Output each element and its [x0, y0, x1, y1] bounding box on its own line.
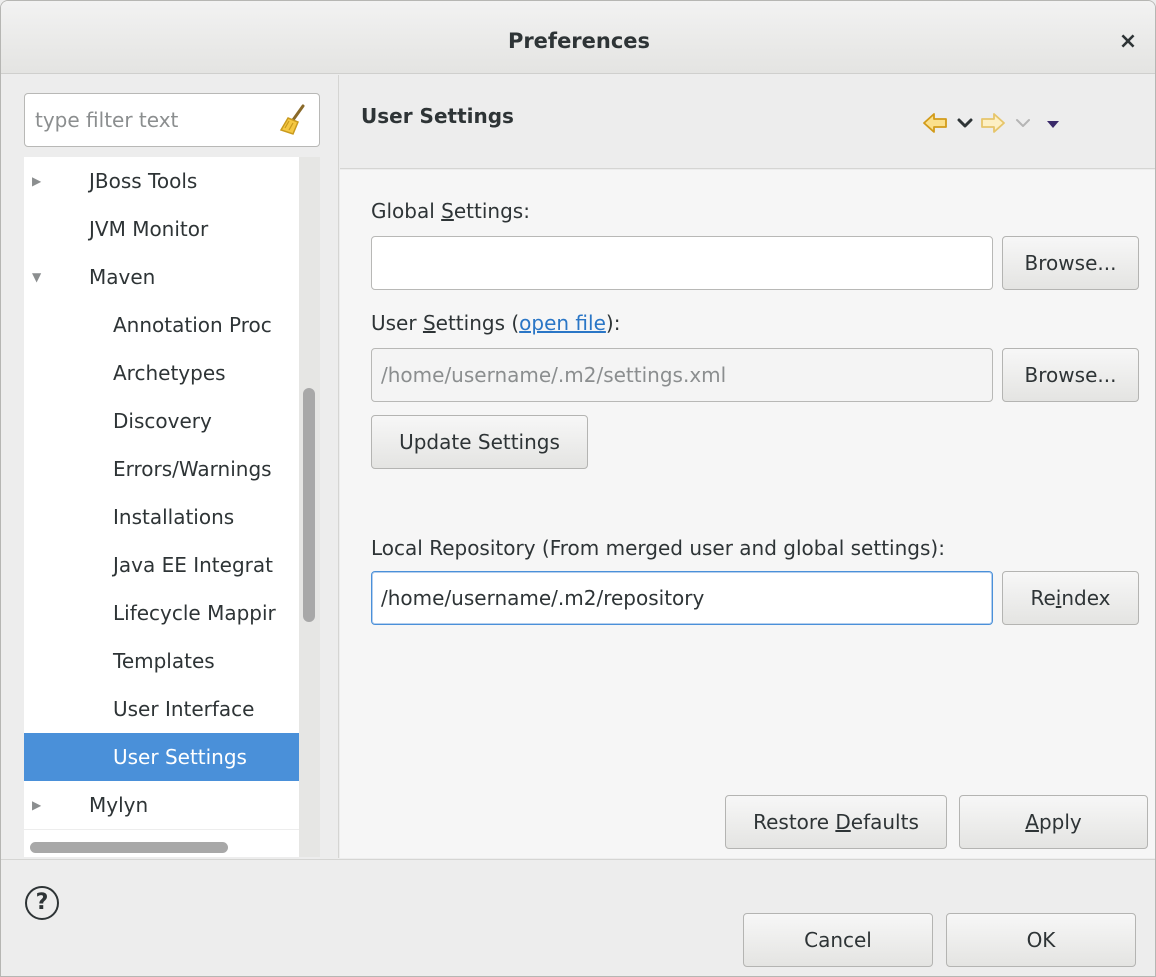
page-title: User Settings [361, 104, 514, 128]
close-button[interactable]: × [1113, 27, 1143, 57]
ok-button[interactable]: OK [946, 913, 1136, 967]
tree-item[interactable]: ▶ JBoss Tools [24, 157, 299, 205]
window-title: Preferences [507, 29, 651, 53]
dialog-button-bar: ? Cancel OK [1, 859, 1155, 976]
forward-arrow-icon[interactable] [980, 111, 1006, 135]
user-settings-page: Global Settings: Browse... User Settings… [340, 170, 1155, 858]
tree-item-label: Mylyn [89, 793, 149, 817]
tree-item-label: User Settings [113, 745, 247, 769]
expander-collapsed-icon[interactable]: ▶ [32, 157, 46, 205]
preferences-tree[interactable]: ▶ JBoss Tools JVM Monitor ▼ Maven Annotation … [24, 157, 299, 829]
tree-item-label: Errors/Warnings [113, 457, 272, 481]
user-settings-label: User Settings (open file): [371, 311, 621, 335]
tree-item[interactable]: User Settings [24, 733, 299, 781]
global-settings-input[interactable] [371, 236, 993, 290]
tree-item[interactable]: JVM Monitor [24, 205, 299, 253]
back-menu-icon[interactable] [952, 111, 978, 135]
filter-box [24, 93, 320, 147]
user-settings-input[interactable] [371, 348, 993, 402]
global-settings-browse-button[interactable]: Browse... [1002, 236, 1139, 290]
update-settings-button[interactable]: Update Settings [371, 415, 588, 469]
tree-item-label: Archetypes [113, 361, 226, 385]
expander-expanded-icon[interactable]: ▼ [32, 253, 46, 301]
tree-item-label: JBoss Tools [89, 169, 198, 193]
tree-item-label: Java EE Integrat [113, 553, 273, 577]
forward-menu-icon[interactable] [1010, 111, 1036, 135]
tree-item[interactable]: Discovery [24, 397, 299, 445]
back-arrow-icon[interactable] [922, 111, 948, 135]
apply-button[interactable]: Apply [959, 795, 1148, 849]
expander-collapsed-icon[interactable]: ▶ [32, 781, 46, 829]
tree-item[interactable]: Annotation Proc [24, 301, 299, 349]
title-bar: Preferences × [1, 1, 1155, 74]
tree-item[interactable]: User Interface [24, 685, 299, 733]
tree-item[interactable]: Installations [24, 493, 299, 541]
tree-item[interactable]: Archetypes [24, 349, 299, 397]
tree-item-label: Lifecycle Mappir [113, 601, 276, 625]
tree-item[interactable]: ▶ Mylyn [24, 781, 299, 829]
preferences-nav-pane: ▶ JBoss Tools JVM Monitor ▼ Maven Annotation … [1, 75, 339, 858]
user-settings-browse-button[interactable]: Browse... [1002, 348, 1139, 402]
tree-item-label: Installations [113, 505, 235, 529]
tree-item-label: Maven [89, 265, 156, 289]
open-file-link[interactable]: open file [519, 311, 606, 335]
filter-input[interactable] [33, 102, 273, 138]
tree-item[interactable]: Templates [24, 637, 299, 685]
tree-item[interactable]: Errors/Warnings [24, 445, 299, 493]
tree-item-label: JVM Monitor [89, 217, 209, 241]
tree-item[interactable]: Java EE Integrat [24, 541, 299, 589]
cancel-button[interactable]: Cancel [743, 913, 933, 967]
tree-horizontal-scroll-thumb[interactable] [30, 842, 228, 853]
reindex-button[interactable]: Reindex [1002, 571, 1139, 625]
help-icon[interactable]: ? [25, 886, 59, 920]
tree-item[interactable]: ▼ Maven [24, 253, 299, 301]
tree-item-label: Discovery [113, 409, 212, 433]
tree-vertical-scroll-thumb[interactable] [303, 388, 315, 622]
tree-item[interactable]: Lifecycle Mappir [24, 589, 299, 637]
page-header: User Settings [340, 75, 1155, 169]
broom-icon[interactable] [279, 104, 307, 136]
tree-item-label: Templates [113, 649, 215, 673]
tree-item-label: User Interface [113, 697, 255, 721]
preferences-dialog: Preferences × ▶ JBoss Tools JVM Monitor ▼ Ma… [0, 0, 1156, 977]
local-repository-label: Local Repository (From merged user and g… [371, 536, 945, 560]
global-settings-label: Global Settings: [371, 199, 530, 223]
local-repository-input[interactable] [371, 571, 993, 625]
restore-defaults-button[interactable]: Restore Defaults [725, 795, 947, 849]
view-menu-icon[interactable] [1040, 111, 1066, 135]
tree-item-label: Annotation Proc [113, 313, 272, 337]
